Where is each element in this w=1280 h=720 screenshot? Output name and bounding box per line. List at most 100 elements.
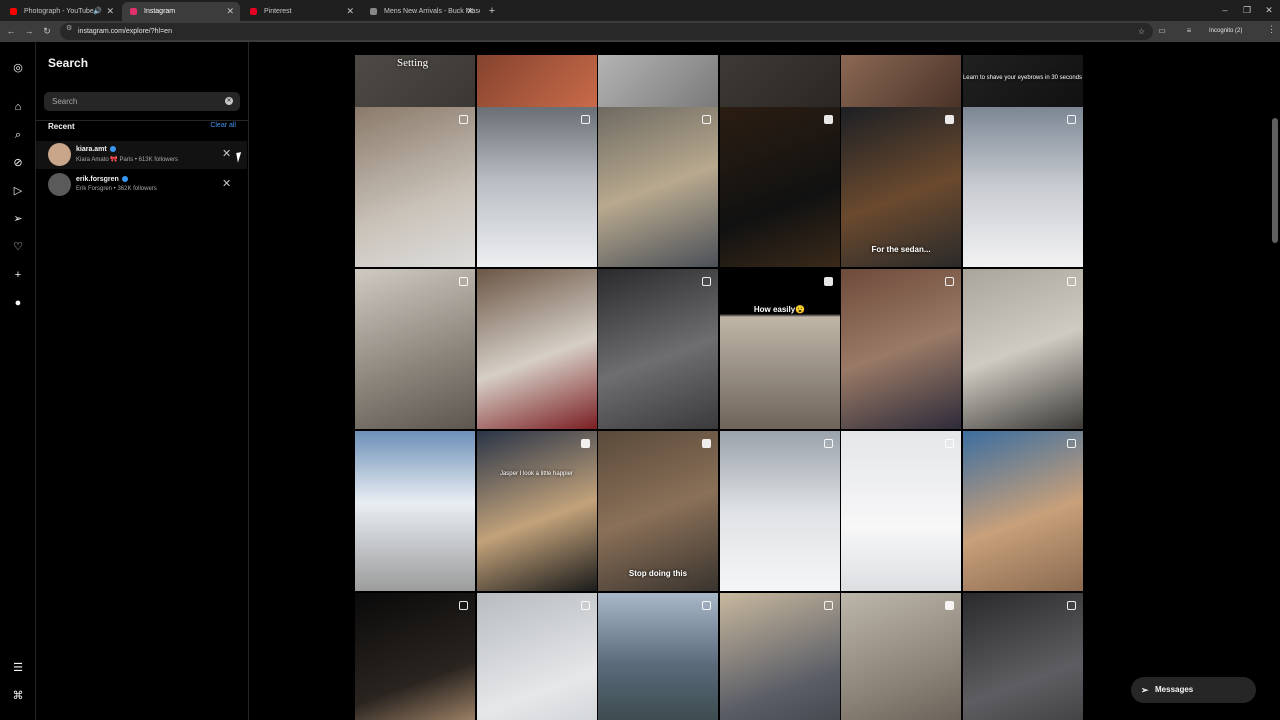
reel-badge-icon xyxy=(823,277,833,286)
carousel-badge-icon xyxy=(580,601,590,610)
maximize-icon[interactable]: ❐ xyxy=(1236,0,1258,21)
explore-post-tile[interactable] xyxy=(841,55,961,107)
recent-username-wrap: kiara.amt xyxy=(76,146,116,153)
explore-post-tile[interactable] xyxy=(962,431,1083,591)
explore-icon[interactable]: ⊘ xyxy=(10,155,26,171)
explore-post-tile[interactable] xyxy=(355,593,475,720)
explore-post-tile[interactable] xyxy=(598,593,718,720)
clear-search-icon[interactable]: ✕ xyxy=(225,97,233,105)
reel-badge-icon xyxy=(702,439,711,448)
post-caption-overlay: For the sedan... xyxy=(871,245,931,254)
browser-tab[interactable]: Photograph - YouTube 🔊 ✕ xyxy=(2,2,120,21)
site-info-icon[interactable]: ⚙ xyxy=(66,24,72,32)
carousel-badge-icon xyxy=(823,601,833,610)
forward-icon[interactable]: → xyxy=(22,24,36,38)
explore-post-tile[interactable] xyxy=(841,269,961,429)
explore-post-tile[interactable] xyxy=(476,269,597,429)
explore-post-tile[interactable]: Setting xyxy=(355,55,475,107)
instagram-icon[interactable]: ◎ xyxy=(10,60,26,76)
minimize-icon[interactable]: – xyxy=(1214,0,1236,21)
browser-toolbar: ← → ↻ ⚙ instagram.com/explore/?hl=en ☆ ▭… xyxy=(0,21,1280,42)
post-caption-overlay: Setting xyxy=(397,57,429,69)
explore-post-tile[interactable] xyxy=(598,269,718,429)
profile-icon[interactable]: ● xyxy=(10,295,26,311)
extensions-icon[interactable]: ≡ xyxy=(1182,24,1196,38)
bookmark-star-icon[interactable]: ☆ xyxy=(1138,23,1145,40)
close-window-icon[interactable]: ✕ xyxy=(1258,0,1280,21)
explore-post-tile[interactable] xyxy=(355,431,475,591)
browser-tab[interactable]: Mens New Arrivals - Buck Mason ✕ xyxy=(362,2,480,21)
remove-recent-icon[interactable]: ✕ xyxy=(222,177,231,190)
reels-icon[interactable]: ▷ xyxy=(10,183,26,199)
divider xyxy=(36,120,249,121)
verified-badge-icon xyxy=(109,146,116,153)
explore-post-tile[interactable] xyxy=(841,593,961,720)
explore-post-tile[interactable]: Learn to shave your eyebrows in 30 secon… xyxy=(962,55,1083,107)
explore-post-tile[interactable]: Jasper I look a little happier xyxy=(476,431,597,591)
tab-favicon-icon xyxy=(130,8,137,15)
threads-icon[interactable]: ⌘ xyxy=(10,688,26,704)
reload-icon[interactable]: ↻ xyxy=(40,24,54,38)
explore-post-tile[interactable] xyxy=(719,431,840,591)
clear-all-button[interactable]: Clear all xyxy=(210,122,236,129)
explore-post-tile[interactable] xyxy=(719,107,840,267)
explore-post-tile[interactable] xyxy=(841,431,961,591)
search-input[interactable] xyxy=(44,92,240,111)
carousel-badge-icon xyxy=(459,115,468,124)
incognito-badge[interactable]: Incognito (2) xyxy=(1203,24,1248,39)
create-icon[interactable]: + xyxy=(10,267,26,283)
remove-recent-icon[interactable]: ✕ xyxy=(222,147,231,160)
browser-menu-icon[interactable]: ⋮ xyxy=(1267,24,1276,35)
post-caption-overlay: Learn to shave your eyebrows in 30 secon… xyxy=(962,75,1083,81)
close-tab-icon[interactable]: ✕ xyxy=(226,2,234,21)
messages-label: Messages xyxy=(1155,685,1194,694)
carousel-badge-icon xyxy=(1066,601,1076,610)
reel-badge-icon xyxy=(945,115,954,124)
page-scrollbar[interactable] xyxy=(1272,118,1278,243)
tab-label: Photograph - YouTube xyxy=(24,8,94,15)
carousel-badge-icon xyxy=(1066,115,1076,124)
more-menu-icon[interactable]: ☰ xyxy=(10,660,26,676)
close-tab-icon[interactable]: ✕ xyxy=(346,2,354,21)
explore-post-tile[interactable] xyxy=(476,107,597,267)
home-icon[interactable]: ⌂ xyxy=(10,99,26,115)
url-text: instagram.com/explore/?hl=en xyxy=(78,28,172,35)
browser-tab-bar: Photograph - YouTube 🔊 ✕ Instagram ✕ Pinteres… xyxy=(0,0,1280,21)
post-caption-overlay: How easily😮 xyxy=(753,305,806,314)
explore-post-tile[interactable]: For the sedan... xyxy=(841,107,961,267)
explore-post-tile[interactable]: Stop doing this xyxy=(598,431,718,591)
notifications-icon[interactable]: ♡ xyxy=(10,239,26,255)
tab-audio-icon[interactable]: 🔊 xyxy=(93,2,102,21)
recent-search-item[interactable]: kiara.amt Kiara Amato 🎀 Paris • 613K fol… xyxy=(36,141,247,169)
cast-icon[interactable]: ▭ xyxy=(1155,24,1169,38)
explore-post-tile[interactable] xyxy=(962,107,1083,267)
messages-icon[interactable]: ➢ xyxy=(10,211,26,227)
explore-post-tile[interactable] xyxy=(962,269,1083,429)
explore-post-tile[interactable] xyxy=(355,269,475,429)
carousel-badge-icon xyxy=(702,601,711,610)
new-tab-button[interactable]: + xyxy=(484,2,500,21)
explore-post-tile[interactable] xyxy=(598,107,718,267)
carousel-badge-icon xyxy=(702,277,711,286)
explore-post-tile[interactable] xyxy=(476,593,597,720)
explore-post-tile[interactable]: How easily😮 xyxy=(719,269,840,429)
carousel-badge-icon xyxy=(1066,277,1076,286)
explore-post-tile[interactable] xyxy=(355,107,475,267)
explore-post-tile[interactable] xyxy=(476,55,597,107)
messages-button[interactable]: ➢ Messages xyxy=(1131,677,1256,703)
explore-post-tile[interactable] xyxy=(598,55,718,107)
browser-tab[interactable]: Instagram ✕ xyxy=(122,2,240,21)
avatar xyxy=(48,173,71,196)
tab-label: Instagram xyxy=(144,8,176,15)
search-icon[interactable]: ⌕ xyxy=(10,127,26,143)
explore-post-tile[interactable] xyxy=(719,55,840,107)
recent-search-item[interactable]: erik.forsgren Erik Forsgren • 362K follo… xyxy=(36,171,247,199)
close-tab-icon[interactable]: ✕ xyxy=(466,2,474,21)
close-tab-icon[interactable]: ✕ xyxy=(106,2,114,21)
back-icon[interactable]: ← xyxy=(4,24,18,38)
explore-post-tile[interactable] xyxy=(719,593,840,720)
explore-post-tile[interactable] xyxy=(962,593,1083,720)
address-bar[interactable]: ⚙ instagram.com/explore/?hl=en ☆ xyxy=(60,23,1153,40)
recent-username-wrap: erik.forsgren xyxy=(76,176,128,183)
browser-tab[interactable]: Pinterest ✕ xyxy=(242,2,360,21)
